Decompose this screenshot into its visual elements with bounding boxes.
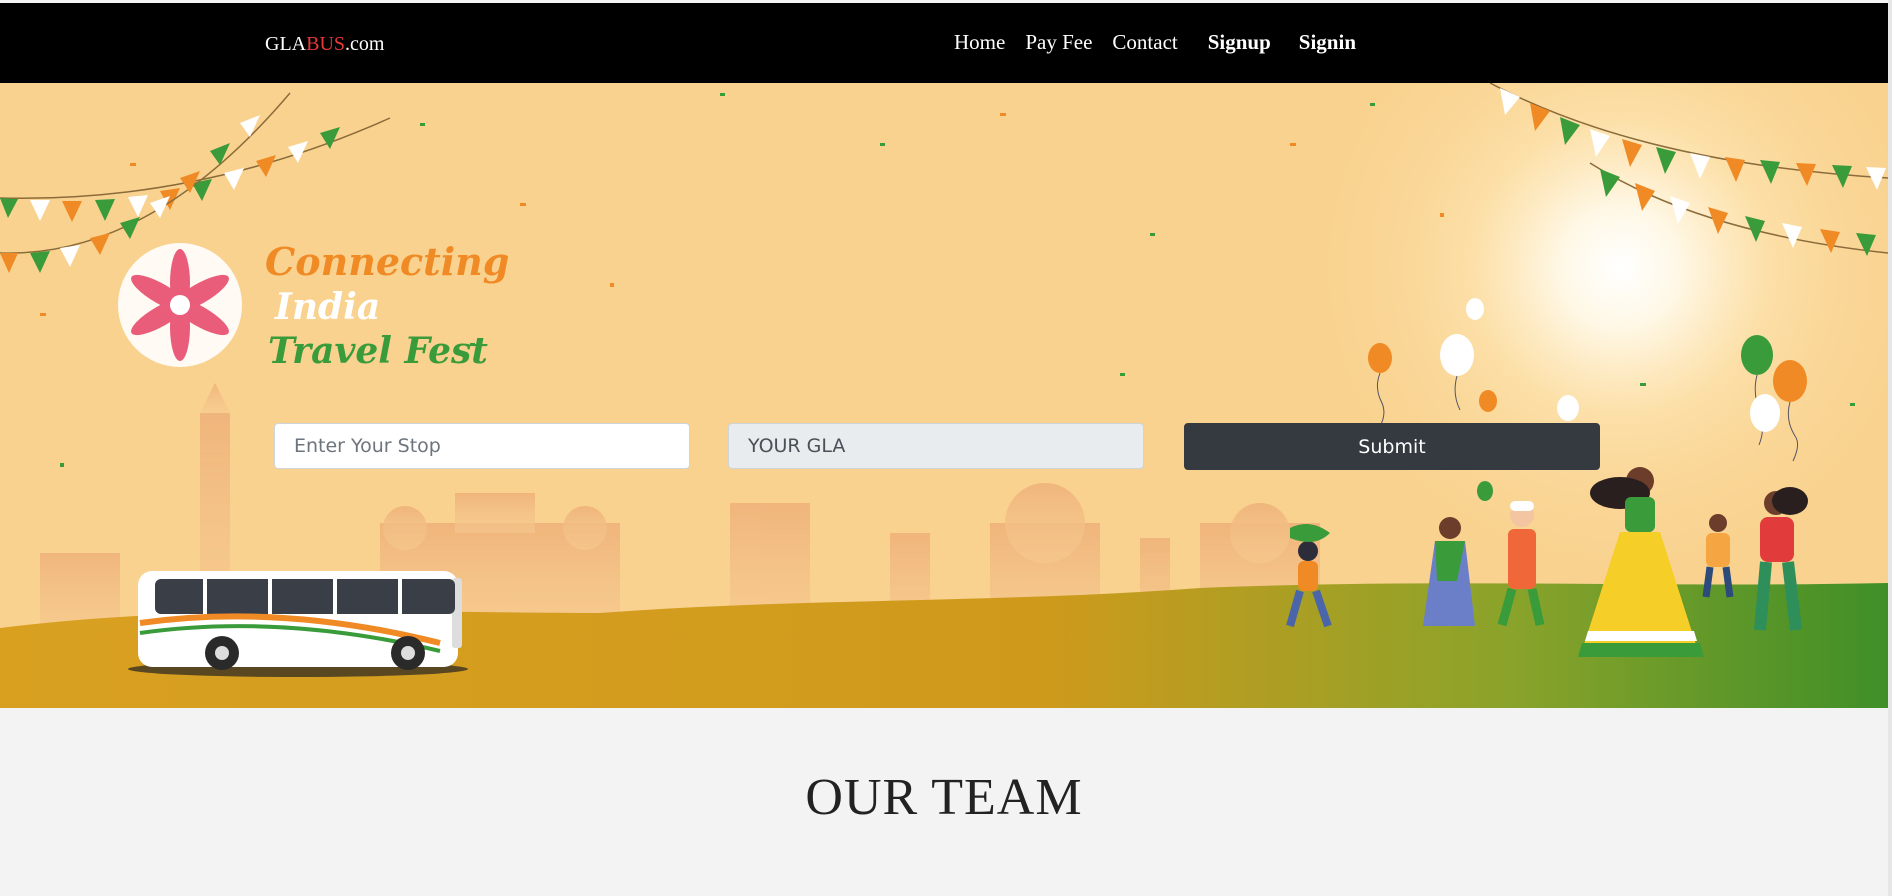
nav-links: Home Pay Fee Contact Signup Signin: [954, 30, 1384, 55]
bus-illustration: [128, 571, 468, 677]
logo-line-connecting: Connecting: [265, 239, 509, 284]
top-navbar: GLABUS.com Home Pay Fee Contact Signup S…: [0, 3, 1888, 83]
nav-link-pay-fee[interactable]: Pay Fee: [1025, 30, 1092, 55]
brand-logo-link[interactable]: GLABUS.com: [265, 33, 384, 56]
nav-link-home[interactable]: Home: [954, 30, 1005, 55]
nav-link-signup[interactable]: Signup: [1208, 30, 1271, 55]
scrollbar[interactable]: [1888, 0, 1892, 896]
nav-link-signin[interactable]: Signin: [1299, 30, 1356, 55]
gla-input[interactable]: [728, 423, 1144, 469]
stop-input[interactable]: [274, 423, 690, 469]
hero-banner: Connecting India Travel Fest Enter Your …: [0, 83, 1888, 708]
brand-accent: BUS: [306, 33, 346, 55]
logo-line-india: India: [274, 286, 380, 328]
brand-prefix: GLA: [265, 33, 307, 55]
flower-emblem-icon: [118, 243, 242, 367]
brand-suffix: .com: [345, 33, 385, 55]
team-section-title: OUR TEAM: [805, 769, 1083, 826]
hero-illustration: Connecting India Travel Fest: [0, 83, 1888, 708]
logo-line-travel-fest: Travel Fest: [268, 330, 488, 372]
nav-link-contact[interactable]: Contact: [1112, 30, 1177, 55]
page: GLABUS.com Home Pay Fee Contact Signup S…: [0, 0, 1888, 896]
submit-button[interactable]: Submit: [1184, 423, 1600, 470]
